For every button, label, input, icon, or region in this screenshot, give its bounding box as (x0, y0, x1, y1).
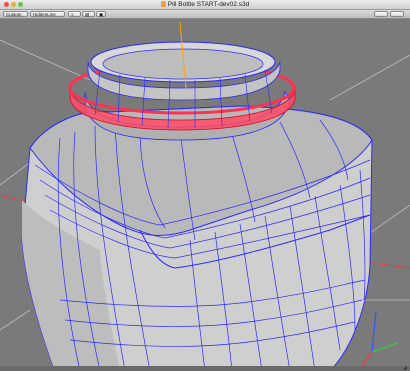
status-bar: ◢ (0, 366, 410, 371)
view-toolbar: Custom HiddenLine ≡ ▤ ▣ (0, 10, 410, 19)
bottle-body[interactable] (21, 105, 373, 371)
toolbar-button-a[interactable]: ≡ (68, 11, 81, 17)
view-select-label: Custom (6, 12, 22, 17)
toolbar-button-b[interactable]: ▤ (82, 11, 95, 17)
viewport-settings-button[interactable] (390, 11, 404, 17)
model-canvas[interactable] (0, 19, 410, 371)
view-select[interactable]: Custom (3, 11, 28, 17)
resize-grip-icon[interactable]: ◢ (403, 366, 409, 371)
toolbar-button-c-icon: ▣ (99, 12, 104, 17)
document-icon (160, 1, 166, 8)
viewport-toggle-button[interactable] (374, 11, 388, 17)
bottle-neck[interactable] (68, 41, 296, 141)
toolbar-button-c[interactable]: ▣ (96, 11, 106, 17)
window-title-text: Pill Bottle START-dev02.s3d (167, 1, 250, 8)
render-mode-label: HiddenLine (33, 12, 56, 17)
app-window: Pill Bottle START-dev02.s3d Custom Hidde… (0, 0, 410, 371)
window-title: Pill Bottle START-dev02.s3d (0, 0, 410, 9)
title-bar[interactable]: Pill Bottle START-dev02.s3d (0, 0, 410, 10)
toolbar-button-a-icon: ≡ (71, 12, 74, 17)
toolbar-button-b-icon: ▤ (85, 12, 90, 17)
render-mode-select[interactable]: HiddenLine (30, 11, 65, 17)
3d-viewport[interactable] (0, 19, 410, 371)
axis-triad-icon (359, 311, 399, 369)
